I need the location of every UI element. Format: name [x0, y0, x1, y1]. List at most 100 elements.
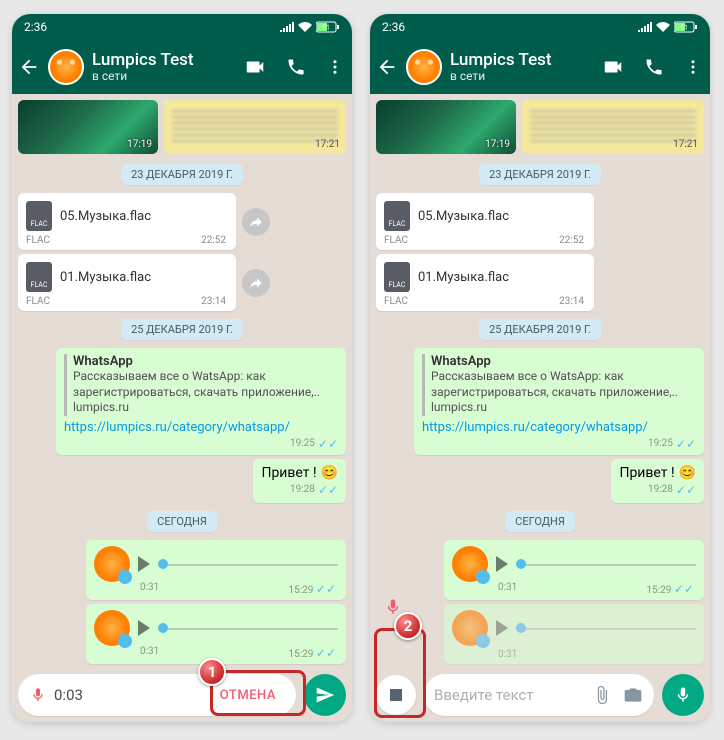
- date-separator: 25 ДЕКАБРЯ 2019 Г.: [121, 319, 243, 340]
- contact-name: Lumpics Test: [92, 51, 236, 70]
- read-ticks-icon: ✓✓: [676, 437, 696, 451]
- voice-waveform[interactable]: [516, 619, 696, 637]
- chat-header: Lumpics Test в сети: [12, 40, 352, 94]
- voice-waveform[interactable]: [516, 555, 696, 573]
- read-ticks-icon: ✓✓: [318, 437, 338, 451]
- smile-emoji-icon: 😊: [321, 465, 338, 481]
- voice-avatar: [94, 610, 130, 646]
- read-ticks-icon: ✓✓: [318, 483, 338, 497]
- link-message[interactable]: WhatsApp Рассказываем все о WatsApp: как…: [56, 348, 346, 455]
- menu-icon[interactable]: [684, 58, 702, 76]
- file-bubble[interactable]: FLAC01.Музыка.flac FLAC23:14: [376, 254, 594, 311]
- status-bar: 2:36 51: [370, 14, 710, 40]
- battery-icon: 51: [674, 21, 698, 33]
- voice-message[interactable]: 0:3115:29 ✓✓: [86, 604, 346, 664]
- link-title: WhatsApp: [431, 354, 696, 369]
- voice-avatar: [94, 546, 130, 582]
- cancel-button[interactable]: ОТМЕНА: [212, 682, 284, 709]
- file-name: 05.Музыка.flac: [418, 209, 509, 224]
- message-text: Привет !: [261, 465, 316, 481]
- file-type-icon: FLAC: [384, 201, 410, 231]
- text-input[interactable]: Введите текст: [424, 674, 654, 716]
- voice-message[interactable]: 0:3115:29 ✓✓: [444, 540, 704, 600]
- read-ticks-icon: ✓✓: [316, 646, 336, 660]
- chat-body[interactable]: 17:19 17:21 23 ДЕКАБРЯ 2019 Г. FLAC05.Му…: [12, 94, 352, 668]
- read-ticks-icon: ✓✓: [674, 582, 694, 596]
- input-placeholder: Введите текст: [434, 686, 582, 704]
- video-call-icon[interactable]: [244, 56, 266, 78]
- media-thumb[interactable]: 17:19: [18, 100, 158, 154]
- back-button[interactable]: [18, 56, 40, 78]
- file-bubble[interactable]: FLAC05.Музыка.flac FLAC22:52: [376, 193, 594, 250]
- voice-waveform[interactable]: [158, 555, 338, 573]
- voice-avatar: [452, 610, 488, 646]
- contact-name: Lumpics Test: [450, 51, 594, 70]
- chat-header: Lumpics Test в сети: [370, 40, 710, 94]
- link-message[interactable]: WhatsApp Рассказываем все о WatsApp: как…: [414, 348, 704, 455]
- link-domain: lumpics.ru: [431, 400, 696, 416]
- back-button[interactable]: [376, 56, 398, 78]
- battery-icon: 51: [316, 21, 340, 33]
- voice-call-icon[interactable]: [644, 57, 664, 77]
- contact-title[interactable]: Lumpics Test в сети: [450, 51, 594, 83]
- date-separator: 25 ДЕКАБРЯ 2019 Г.: [479, 319, 601, 340]
- file-message: FLAC01.Музыка.flac FLAC23:14: [376, 254, 704, 311]
- play-button[interactable]: [138, 556, 150, 572]
- contact-avatar[interactable]: [406, 49, 442, 85]
- play-button[interactable]: [496, 620, 508, 636]
- file-bubble[interactable]: FLAC01.Музыка.flac FLAC23:14: [18, 254, 236, 311]
- menu-icon[interactable]: [326, 58, 344, 76]
- voice-message[interactable]: 0:31: [444, 604, 704, 664]
- forward-button[interactable]: [242, 208, 270, 236]
- file-name: 01.Музыка.flac: [418, 270, 509, 285]
- input-bar: Введите текст: [370, 668, 710, 722]
- attach-icon[interactable]: [592, 685, 612, 705]
- phone-screenshot-2: 2:36 51 Lumpics Test в сети 17:19 17:21 …: [370, 14, 710, 722]
- send-button[interactable]: [304, 674, 346, 716]
- forward-button[interactable]: [242, 269, 270, 297]
- date-separator: 23 ДЕКАБРЯ 2019 Г.: [121, 164, 243, 185]
- file-message: FLAC05.Музыка.flac FLAC22:52: [376, 193, 704, 250]
- play-button[interactable]: [496, 556, 508, 572]
- file-bubble[interactable]: FLAC05.Музыка.flac FLAC22:52: [18, 193, 236, 250]
- file-name: 01.Музыка.flac: [60, 270, 151, 285]
- link-url[interactable]: https://lumpics.ru/category/whatsapp/: [422, 420, 696, 435]
- voice-message[interactable]: 0:3115:29 ✓✓: [86, 540, 346, 600]
- signal-icon: [638, 22, 652, 32]
- file-type-icon: FLAC: [26, 262, 52, 292]
- file-type-icon: FLAC: [384, 262, 410, 292]
- link-title: WhatsApp: [73, 354, 338, 369]
- stop-recording-button[interactable]: [376, 675, 416, 715]
- text-message[interactable]: Привет ! 😊 19:28✓✓: [253, 459, 346, 503]
- link-url[interactable]: https://lumpics.ru/category/whatsapp/: [64, 420, 338, 435]
- wifi-icon: [298, 22, 312, 32]
- file-message: FLAC01.Музыка.flac FLAC23:14: [18, 254, 346, 311]
- link-domain: lumpics.ru: [73, 400, 338, 416]
- link-desc: Рассказываем все о WatsApp: как зарегист…: [431, 369, 696, 400]
- file-type-icon: FLAC: [26, 201, 52, 231]
- date-separator: СЕГОДНЯ: [505, 511, 575, 532]
- chat-body[interactable]: 17:19 17:21 23 ДЕКАБРЯ 2019 Г. FLAC05.Му…: [370, 94, 710, 668]
- media-thumb[interactable]: 17:21: [522, 100, 704, 154]
- svg-text:51: 51: [680, 24, 688, 32]
- video-call-icon[interactable]: [602, 56, 624, 78]
- camera-icon[interactable]: [622, 685, 644, 705]
- media-thumb[interactable]: 17:21: [164, 100, 346, 154]
- voice-waveform[interactable]: [158, 619, 338, 637]
- media-thumb[interactable]: 17:19: [376, 100, 516, 154]
- clock: 2:36: [24, 20, 47, 34]
- stop-icon: [390, 689, 402, 701]
- voice-call-icon[interactable]: [286, 57, 306, 77]
- contact-avatar[interactable]: [48, 49, 84, 85]
- clock: 2:36: [382, 20, 405, 34]
- status-bar: 2:36 51: [12, 14, 352, 40]
- mic-button[interactable]: [662, 674, 704, 716]
- recording-time: 0:03: [54, 686, 204, 704]
- play-button[interactable]: [138, 620, 150, 636]
- read-ticks-icon: ✓✓: [676, 483, 696, 497]
- text-message[interactable]: Привет ! 😊 19:28✓✓: [611, 459, 704, 503]
- contact-title[interactable]: Lumpics Test в сети: [92, 51, 236, 83]
- smile-emoji-icon: 😊: [679, 465, 696, 481]
- contact-status: в сети: [450, 70, 594, 83]
- wifi-icon: [656, 22, 670, 32]
